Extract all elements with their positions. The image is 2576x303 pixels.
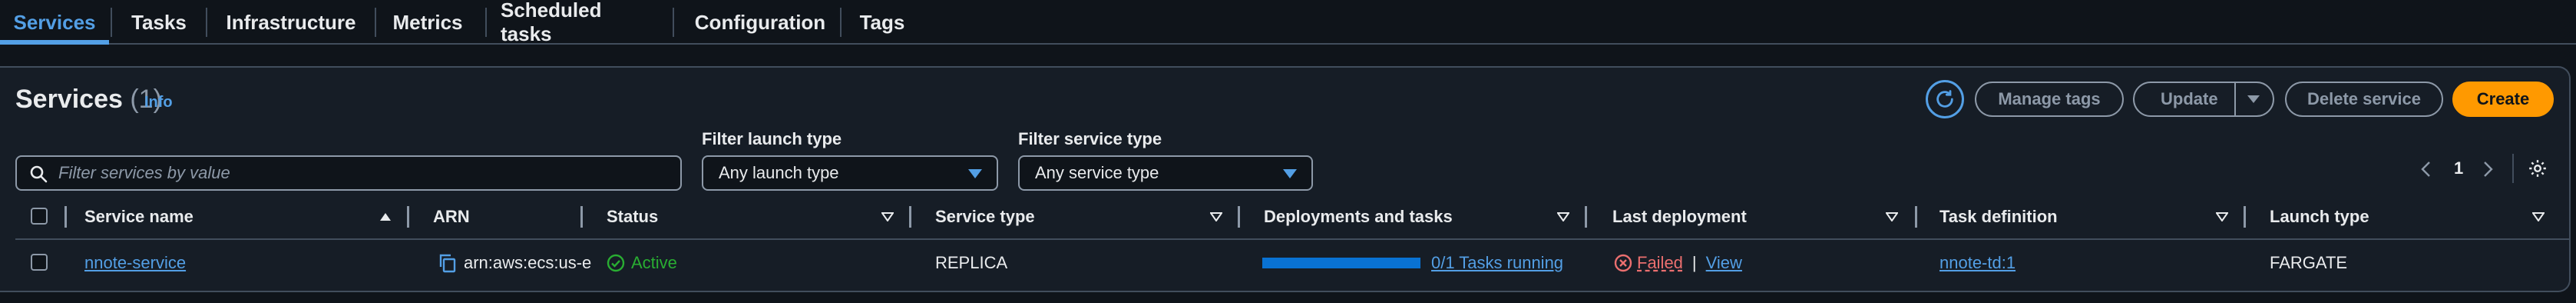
update-label: Update	[2161, 89, 2218, 108]
status-cell: Active	[607, 249, 677, 277]
page-number[interactable]: 1	[2454, 158, 2463, 178]
split-divider	[2234, 83, 2236, 115]
tab-metrics[interactable]: Metrics	[387, 0, 468, 45]
pager-divider	[2512, 154, 2514, 183]
info-link[interactable]: Info	[144, 94, 173, 112]
column-header-last-deployment[interactable]: Last deployment	[1612, 206, 1747, 228]
update-button[interactable]: Update	[2133, 82, 2274, 117]
column-divider	[909, 206, 911, 228]
chevron-left-icon[interactable]	[2419, 160, 2434, 178]
tab-infrastructure[interactable]: Infrastructure	[220, 0, 362, 45]
tab-configuration[interactable]: Configuration	[686, 0, 834, 45]
tab-tasks[interactable]: Tasks	[123, 0, 195, 45]
tab-tags[interactable]: Tags	[857, 0, 908, 45]
sort-ascending-icon[interactable]	[379, 212, 392, 221]
header-row-divider	[15, 238, 2571, 240]
tab-divider	[840, 8, 842, 37]
title-text: Services	[15, 85, 123, 114]
column-header-service-name[interactable]: Service name	[84, 206, 193, 228]
caret-down-icon[interactable]	[2246, 94, 2261, 105]
column-header-status[interactable]: Status	[607, 206, 658, 228]
column-divider	[1915, 206, 1917, 228]
column-divider	[407, 206, 409, 228]
service-type-value: Any service type	[1035, 163, 1159, 182]
column-divider	[2244, 206, 2246, 228]
column-divider	[64, 206, 67, 228]
service-type-filter-label: Filter service type	[1018, 129, 1162, 148]
refresh-icon	[1936, 90, 1953, 108]
search-input[interactable]	[58, 163, 680, 183]
service-type-select[interactable]: Any service type	[1018, 155, 1313, 191]
sort-icon[interactable]	[1557, 212, 1569, 221]
launch-type-filter-label: Filter launch type	[702, 129, 842, 148]
service-type-cell: REPLICA	[935, 253, 1008, 272]
status-error-icon	[1614, 254, 1632, 272]
tab-divider	[485, 8, 487, 37]
column-header-task-definition[interactable]: Task definition	[1939, 206, 2058, 228]
tab-divider	[673, 8, 674, 37]
column-header-launch-type[interactable]: Launch type	[2270, 206, 2369, 228]
deployment-failed-text[interactable]: Failed	[1637, 253, 1683, 273]
copy-icon[interactable]	[438, 253, 456, 273]
caret-down-icon	[1283, 169, 1297, 178]
tab-divider	[206, 8, 207, 37]
sort-icon[interactable]	[1886, 212, 1898, 221]
column-divider	[1585, 206, 1587, 228]
tasks-running-link[interactable]: 0/1 Tasks running	[1431, 249, 1563, 277]
launch-type-value: Any launch type	[719, 163, 839, 182]
view-deployment-link[interactable]: View	[1706, 253, 1742, 273]
gear-icon[interactable]	[2528, 158, 2548, 178]
column-header-deployments[interactable]: Deployments and tasks	[1264, 206, 1453, 228]
last-deployment-cell: Failed | View	[1614, 249, 1742, 277]
tasks-progress-bar	[1262, 258, 1420, 268]
column-header-service-type[interactable]: Service type	[935, 206, 1035, 228]
sort-icon[interactable]	[1210, 212, 1222, 221]
arn-cell: arn:aws:ecs:us-e	[438, 249, 591, 277]
tab-divider	[375, 8, 376, 37]
launch-type-select[interactable]: Any launch type	[702, 155, 998, 191]
delete-service-button[interactable]: Delete service	[2285, 82, 2443, 117]
select-all-checkbox[interactable]	[31, 208, 48, 225]
service-name-link[interactable]: nnote-service	[84, 249, 186, 277]
refresh-button[interactable]	[1926, 80, 1964, 118]
chevron-right-icon[interactable]	[2480, 160, 2495, 178]
tab-divider	[111, 8, 112, 37]
status-success-icon	[607, 254, 625, 272]
create-button[interactable]: Create	[2452, 82, 2554, 117]
row-checkbox[interactable]	[31, 254, 48, 271]
sort-icon[interactable]	[2216, 212, 2228, 221]
search-field[interactable]	[15, 155, 682, 191]
tab-scheduled-tasks[interactable]: Scheduled tasks	[501, 0, 654, 45]
page-title: Services (1)	[15, 85, 162, 115]
caret-down-icon	[968, 169, 982, 178]
sort-icon[interactable]	[2532, 212, 2545, 221]
status-text: Active	[631, 253, 677, 272]
search-icon	[30, 165, 48, 183]
tab-services[interactable]: Services	[0, 0, 109, 45]
active-tab-indicator	[0, 40, 109, 45]
column-divider	[580, 206, 583, 228]
deployment-separator: |	[1691, 253, 1697, 272]
launch-type-cell: FARGATE	[2270, 253, 2348, 272]
column-divider	[1238, 206, 1240, 228]
sort-icon[interactable]	[881, 212, 894, 221]
column-header-arn[interactable]: ARN	[433, 206, 470, 228]
task-definition-link[interactable]: nnote-td:1	[1939, 249, 2015, 277]
tab-bar: Services Tasks Infrastructure Metrics Sc…	[0, 0, 2576, 45]
manage-tags-button[interactable]: Manage tags	[1975, 82, 2124, 117]
arn-value: arn:aws:ecs:us-e	[464, 253, 592, 272]
